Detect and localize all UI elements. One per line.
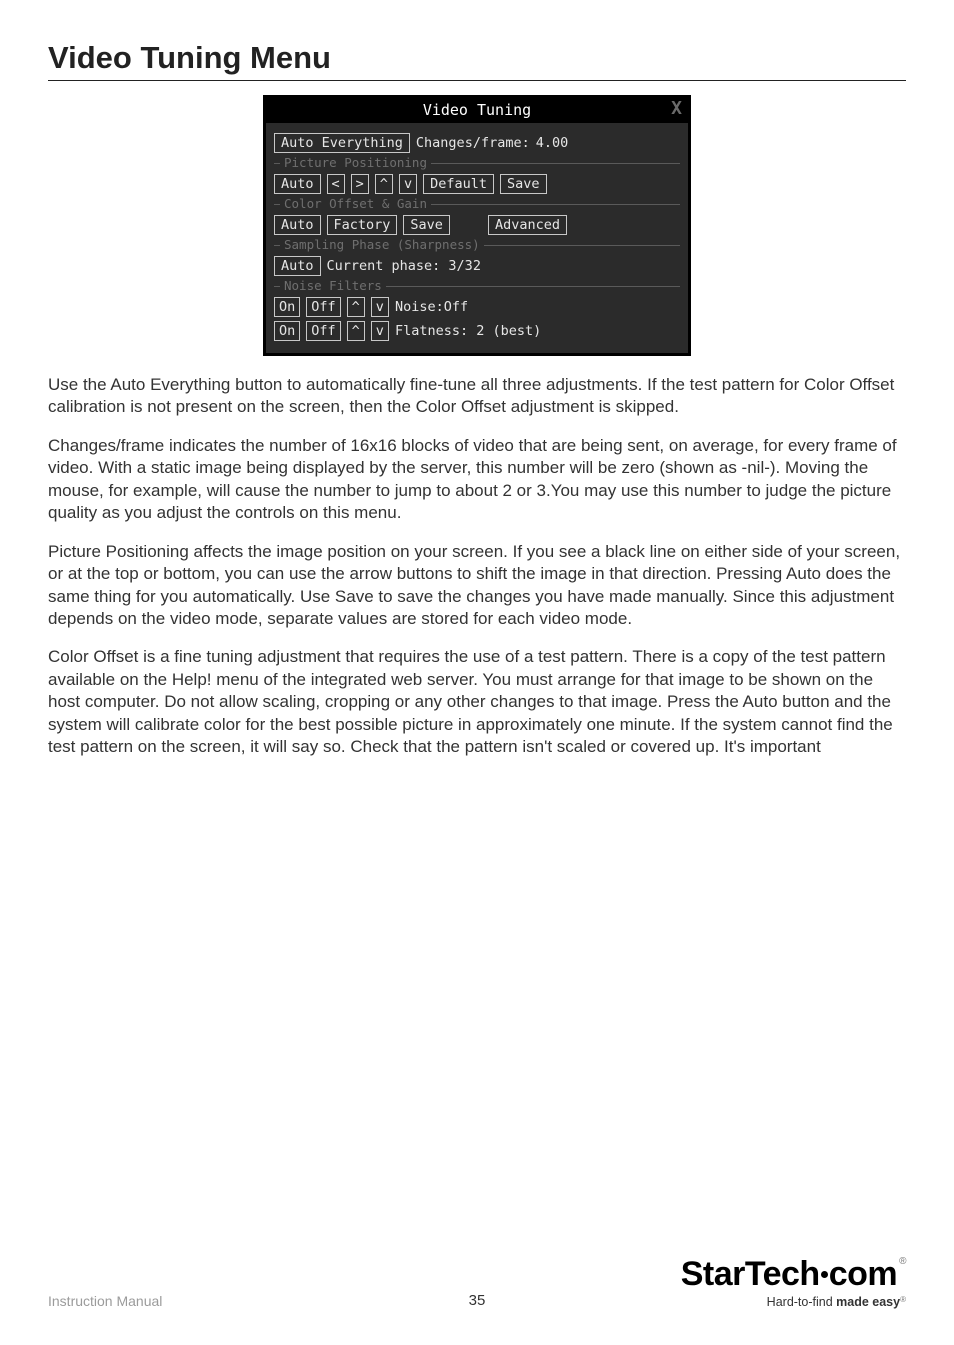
color-offset-legend: Color Offset & Gain <box>280 196 431 211</box>
noise-filters-group: Noise Filters On Off ^ v Noise:Off On Of… <box>274 286 680 341</box>
nf2-on-button[interactable]: On <box>274 321 300 341</box>
tagline-part-1: Hard-to-find <box>767 1295 836 1309</box>
pp-right-button[interactable]: > <box>351 174 369 194</box>
sampling-phase-group: Sampling Phase (Sharpness) Auto Current … <box>274 245 680 276</box>
footer-manual-label: Instruction Manual <box>48 1293 162 1309</box>
screenshot-figure: Video Tuning X Auto Everything Changes/f… <box>48 95 906 356</box>
page-footer: Instruction Manual 35 StarTechcom® Hard-… <box>48 1257 906 1309</box>
pp-save-button[interactable]: Save <box>500 174 547 194</box>
tagline-part-2: made easy <box>836 1295 900 1309</box>
co-advanced-button[interactable]: Advanced <box>488 215 567 235</box>
nf1-on-button[interactable]: On <box>274 297 300 317</box>
nf2-down-button[interactable]: v <box>371 321 389 341</box>
paragraph-2: Changes/frame indicates the number of 16… <box>48 435 906 525</box>
logo-dot-icon <box>821 1271 828 1278</box>
nf1-label: Noise:Off <box>395 299 468 315</box>
co-save-button[interactable]: Save <box>403 215 450 235</box>
logo-part-2: com <box>829 1255 897 1293</box>
close-icon[interactable]: X <box>671 98 682 119</box>
video-tuning-panel: Video Tuning X Auto Everything Changes/f… <box>263 95 691 356</box>
logo-part-1: StarTech <box>681 1255 820 1293</box>
brand-logo-text: StarTechcom® <box>681 1257 906 1291</box>
brand-tagline: Hard-to-find made easy® <box>681 1295 906 1309</box>
panel-titlebar: Video Tuning X <box>266 98 688 123</box>
co-factory-button[interactable]: Factory <box>327 215 398 235</box>
picture-positioning-legend: Picture Positioning <box>280 155 431 170</box>
noise-filters-legend: Noise Filters <box>280 278 386 293</box>
paragraph-1: Use the Auto Everything button to automa… <box>48 374 906 419</box>
pp-up-button[interactable]: ^ <box>375 174 393 194</box>
color-offset-group: Color Offset & Gain Auto Factory Save Ad… <box>274 204 680 235</box>
changes-frame-label: Changes/frame: <box>416 135 530 151</box>
panel-body: Auto Everything Changes/frame: 4.00 Pict… <box>266 123 688 353</box>
page-number: 35 <box>469 1292 486 1309</box>
nf2-up-button[interactable]: ^ <box>347 321 365 341</box>
sampling-phase-legend: Sampling Phase (Sharpness) <box>280 237 484 252</box>
brand-logo: StarTechcom® Hard-to-find made easy® <box>681 1257 906 1309</box>
registered-icon-2: ® <box>900 1295 906 1304</box>
nf1-down-button[interactable]: v <box>371 297 389 317</box>
nf1-off-button[interactable]: Off <box>306 297 340 317</box>
pp-auto-button[interactable]: Auto <box>274 174 321 194</box>
heading-rule <box>48 80 906 81</box>
picture-positioning-group: Picture Positioning Auto < > ^ v Default… <box>274 163 680 194</box>
paragraph-3: Picture Positioning affects the image po… <box>48 541 906 631</box>
sp-phase-label: Current phase: 3/32 <box>327 258 481 274</box>
co-auto-button[interactable]: Auto <box>274 215 321 235</box>
paragraph-4: Color Offset is a fine tuning adjustment… <box>48 646 906 758</box>
registered-icon: ® <box>899 1256 906 1267</box>
changes-frame-value: 4.00 <box>536 135 569 151</box>
sp-auto-button[interactable]: Auto <box>274 256 321 276</box>
panel-title: Video Tuning <box>423 101 531 119</box>
nf1-up-button[interactable]: ^ <box>347 297 365 317</box>
pp-left-button[interactable]: < <box>327 174 345 194</box>
auto-everything-button[interactable]: Auto Everything <box>274 133 410 153</box>
pp-down-button[interactable]: v <box>399 174 417 194</box>
auto-everything-row: Auto Everything Changes/frame: 4.00 <box>274 133 680 153</box>
nf2-off-button[interactable]: Off <box>306 321 340 341</box>
pp-default-button[interactable]: Default <box>423 174 494 194</box>
page-title: Video Tuning Menu <box>48 40 906 76</box>
nf2-label: Flatness: 2 (best) <box>395 323 541 339</box>
